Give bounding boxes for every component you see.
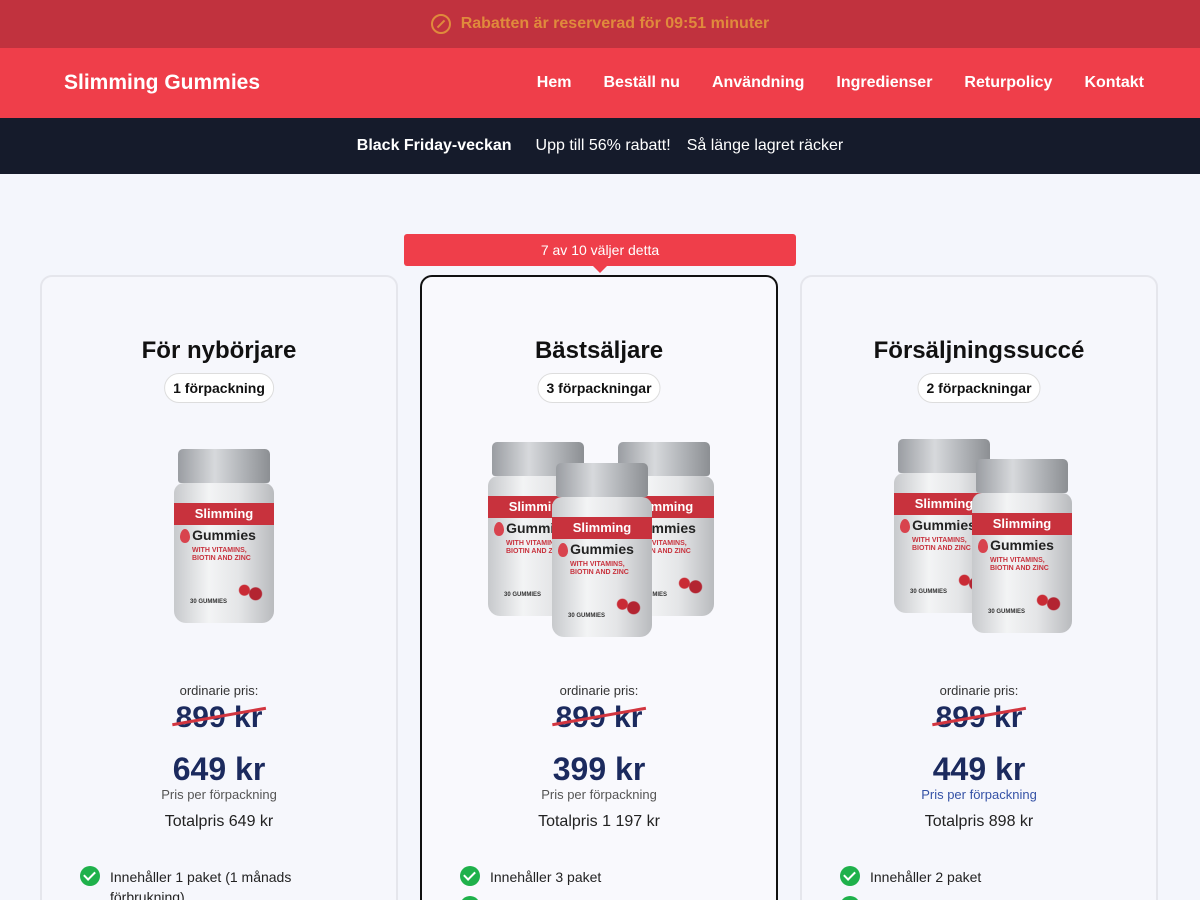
promo-title: Black Friday-veckan bbox=[356, 137, 512, 154]
package-count-pill: 1 förpackning bbox=[164, 373, 274, 403]
discount-timer-bar: Rabatten är reserverad för 09:51 minuter bbox=[0, 0, 1200, 48]
price-per-package-label: Pris per förpackning bbox=[541, 787, 657, 802]
popular-choice-banner: 7 av 10 väljer detta bbox=[404, 234, 796, 273]
bottle-brand-band: Slimming bbox=[174, 503, 274, 525]
bottle-body: Slimming Gummies WITH VITAMINS, BIOTIN A… bbox=[552, 497, 652, 637]
old-price: 899 kr bbox=[172, 701, 266, 735]
total-price: Totalpris 1 197 kr bbox=[538, 813, 660, 830]
product-bottle: Slimming Gummies WITH VITAMINS, BIOTIN A… bbox=[972, 459, 1072, 633]
bottle-count: 30 GUMMIES bbox=[988, 609, 1026, 615]
old-price: 899 kr bbox=[932, 701, 1026, 735]
main-nav: Slimming Gummies Hem Beställ nu Användni… bbox=[0, 48, 1200, 118]
old-price: 899 kr bbox=[552, 701, 646, 735]
feature-item: Innehåller 3 paket bbox=[460, 866, 736, 887]
product-image: Slimming Gummies WITH VITAMINS, BIOTIN A… bbox=[802, 427, 1156, 647]
bottle-body: Slimming Gummies WITH VITAMINS, BIOTIN A… bbox=[972, 493, 1072, 633]
nav-link-returpolicy[interactable]: Returpolicy bbox=[964, 74, 1052, 92]
bottle-body: Slimming Gummies WITH VITAMINS, BIOTIN A… bbox=[174, 483, 274, 623]
bottle-count: 30 GUMMIES bbox=[568, 613, 606, 619]
offer-card-bestseller[interactable]: Bästsäljare 3 förpackningar Slimming Gum… bbox=[420, 275, 778, 900]
new-price: 649 kr bbox=[172, 751, 266, 787]
bottle-product-name: Gummies bbox=[990, 537, 1054, 553]
berries-graphic bbox=[1034, 593, 1062, 611]
brand-logo[interactable]: Slimming Gummies bbox=[64, 71, 260, 95]
bottle-product-name: Gummies bbox=[192, 527, 256, 543]
feature-item: Innehåller 2 paket bbox=[840, 866, 1116, 887]
feature-item: Innehåller 1 paket (1 månads förbrukning… bbox=[80, 866, 356, 900]
popular-choice-text: 7 av 10 väljer detta bbox=[540, 242, 660, 258]
check-icon bbox=[840, 896, 860, 900]
berries-graphic bbox=[614, 597, 642, 615]
feature-text: Innehåller 1 paket (1 månads förbrukning… bbox=[110, 869, 292, 900]
price-per-package-label: Pris per förpackning bbox=[921, 787, 1037, 802]
package-count-pill: 2 förpackningar bbox=[917, 373, 1041, 403]
product-bottle: Slimming Gummies WITH VITAMINS, BIOTIN A… bbox=[552, 463, 652, 637]
check-icon bbox=[460, 866, 480, 886]
bottle-subtitle: WITH VITAMINS, BIOTIN AND ZINC bbox=[990, 557, 1049, 572]
nav-link-ingredienser[interactable]: Ingredienser bbox=[836, 74, 932, 92]
banner-pointer bbox=[593, 266, 607, 273]
price-per-package-label: Pris per förpackning bbox=[161, 787, 277, 802]
bottle-brand-band: Slimming bbox=[552, 517, 652, 539]
promo-discount: Upp till 56% rabatt! bbox=[535, 137, 671, 154]
nav-link-hem[interactable]: Hem bbox=[537, 74, 572, 92]
bottle-brand-band: Slimming bbox=[972, 513, 1072, 535]
bottle-count: 30 GUMMIES bbox=[910, 589, 948, 595]
bottle-subtitle: WITH VITAMINS, BIOTIN AND ZINC bbox=[192, 547, 251, 562]
bottle-cap bbox=[976, 459, 1068, 493]
bottle-cap bbox=[556, 463, 648, 497]
check-icon bbox=[80, 866, 100, 886]
offer-card-beginner[interactable]: För nybörjare 1 förpackning Slimming Gum… bbox=[40, 275, 398, 900]
check-icon bbox=[460, 896, 480, 900]
discount-timer-text: Rabatten är reserverad för 09:51 minuter bbox=[460, 15, 770, 32]
check-icon bbox=[840, 866, 860, 886]
feature-text: Innehåller 2 paket bbox=[870, 869, 982, 885]
regular-price-label: ordinarie pris: bbox=[939, 683, 1019, 698]
berries-graphic bbox=[676, 576, 704, 594]
offer-title: Bästsäljare bbox=[534, 337, 664, 364]
new-price: 449 kr bbox=[932, 751, 1026, 787]
product-image: Slimming Gummies WITH VITAMINS, BIOTIN A… bbox=[422, 427, 776, 647]
bottle-cap bbox=[178, 449, 270, 483]
offer-title: Försäljningssuccé bbox=[873, 337, 1085, 364]
bottle-count: 30 GUMMIES bbox=[504, 592, 542, 598]
nav-link-anvandning[interactable]: Användning bbox=[712, 74, 804, 92]
promo-stock: Så länge lagret räcker bbox=[686, 137, 844, 154]
package-count-pill: 3 förpackningar bbox=[537, 373, 661, 403]
product-bottle: Slimming Gummies WITH VITAMINS, BIOTIN A… bbox=[174, 449, 274, 623]
product-image: Slimming Gummies WITH VITAMINS, BIOTIN A… bbox=[42, 427, 396, 647]
total-price: Totalpris 898 kr bbox=[924, 813, 1034, 830]
new-price: 399 kr bbox=[552, 751, 646, 787]
bottle-subtitle: WITH VITAMINS, BIOTIN AND ZINC bbox=[570, 561, 629, 576]
bottle-product-name: Gummies bbox=[570, 541, 634, 557]
offer-title: För nybörjare bbox=[141, 337, 297, 364]
regular-price-label: ordinarie pris: bbox=[559, 683, 639, 698]
bottle-count: 30 GUMMIES bbox=[190, 599, 228, 605]
nav-links: Hem Beställ nu Användning Ingredienser R… bbox=[537, 74, 1144, 92]
nav-link-bestall[interactable]: Beställ nu bbox=[603, 74, 679, 92]
nav-link-kontakt[interactable]: Kontakt bbox=[1084, 74, 1144, 92]
feature-text: Innehåller 3 paket bbox=[490, 869, 602, 885]
timer-badge-icon bbox=[430, 14, 451, 34]
total-price: Totalpris 649 kr bbox=[164, 813, 274, 830]
regular-price-label: ordinarie pris: bbox=[179, 683, 259, 698]
promo-bar: Black Friday-veckan Upp till 56% rabatt!… bbox=[0, 118, 1200, 174]
berries-graphic bbox=[236, 583, 264, 601]
offer-card-sales-success[interactable]: Försäljningssuccé 2 förpackningar Slimmi… bbox=[800, 275, 1158, 900]
